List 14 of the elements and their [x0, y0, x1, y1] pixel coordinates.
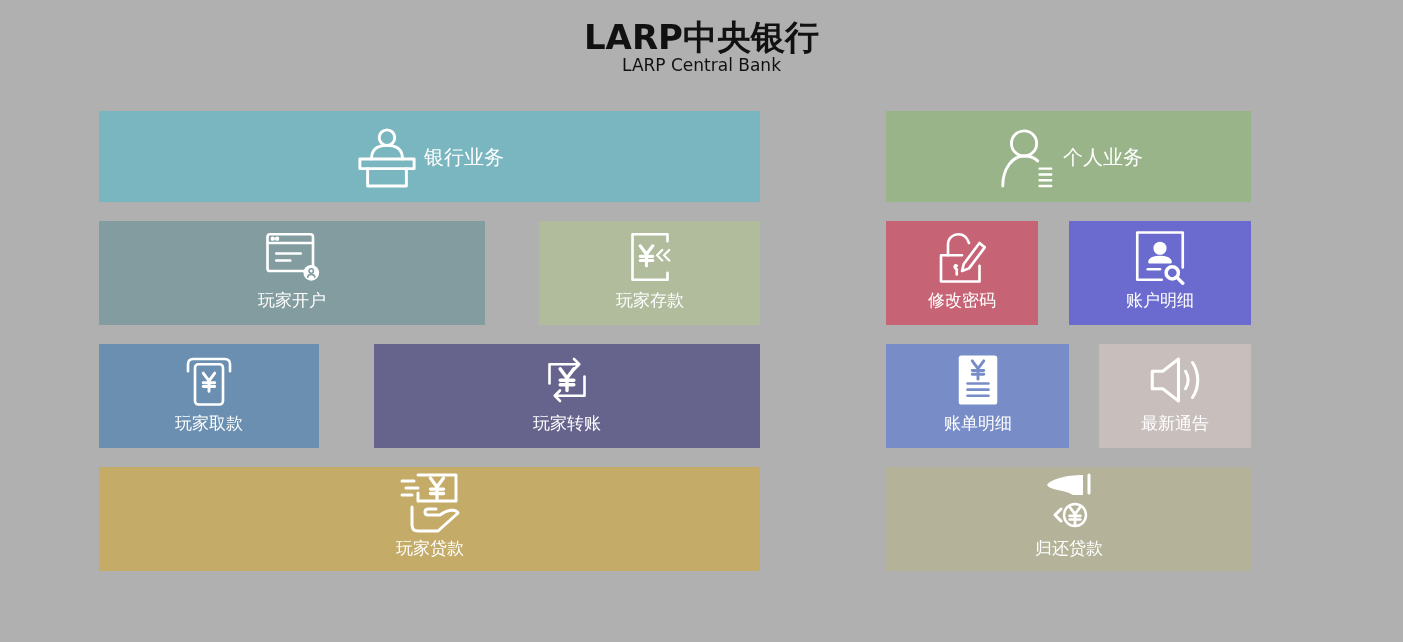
menu-tile[interactable]: 玩家贷款	[99, 467, 760, 571]
menu-tile[interactable]: 账单明细	[886, 344, 1069, 448]
menu-tile[interactable]: 玩家存款	[539, 221, 760, 325]
menu-tile[interactable]: 最新通告	[1099, 344, 1251, 448]
menu-tile[interactable]: 玩家转账	[374, 344, 760, 448]
menu-tile[interactable]: 银行业务	[99, 111, 760, 202]
bank-title: LARP中央银行	[583, 18, 820, 56]
menu-tile[interactable]: 玩家取款	[99, 344, 319, 448]
menu-tile[interactable]: 账户明细	[1069, 221, 1251, 325]
menu-tile[interactable]: 个人业务	[886, 111, 1251, 202]
menu-tile[interactable]: 玩家开户	[99, 221, 485, 325]
menu-tile[interactable]: 修改密码	[886, 221, 1038, 325]
menu-tile[interactable]: 归还贷款	[886, 467, 1251, 571]
bank-subtitle: LARP Central Bank	[622, 56, 781, 74]
